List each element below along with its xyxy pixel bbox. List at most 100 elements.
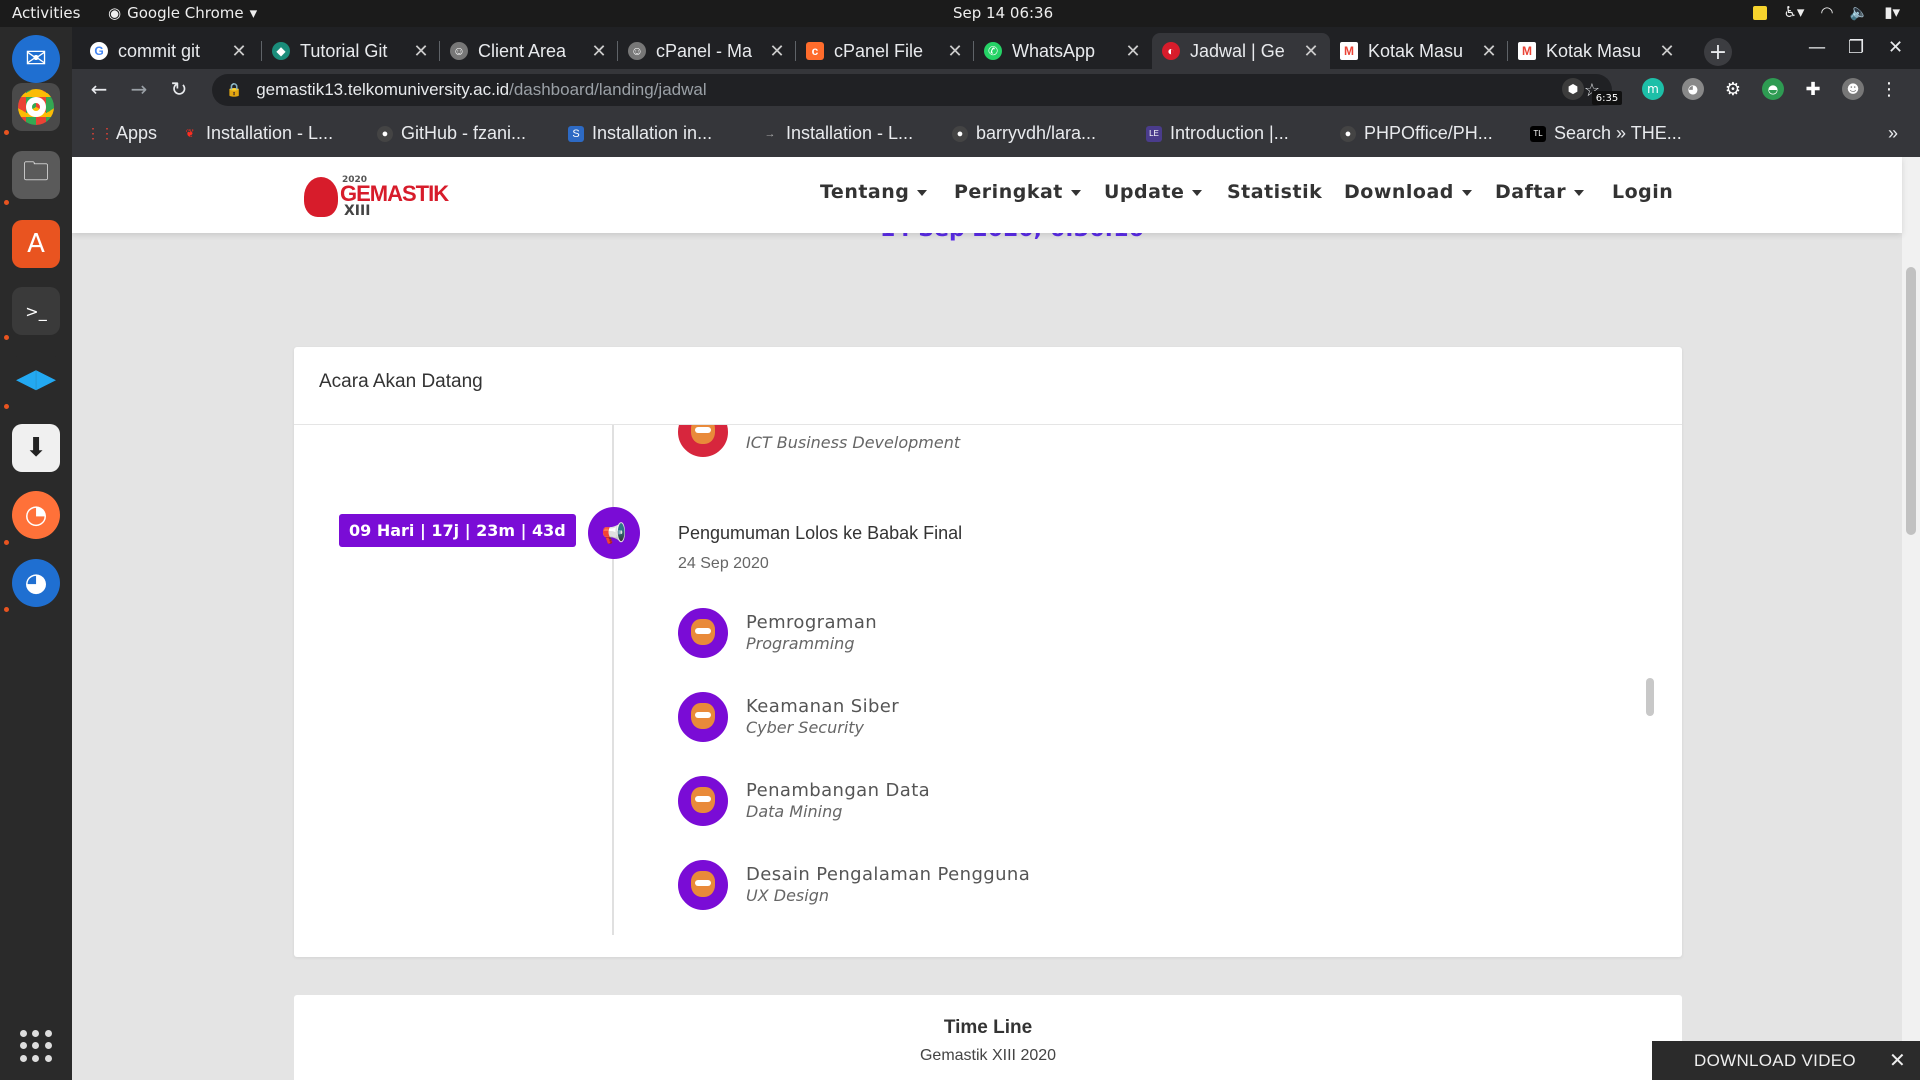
lock-icon[interactable]: 🔒 [226,82,242,98]
tab-0[interactable]: G commit git ✕ [80,33,258,69]
window-close-icon[interactable]: ✕ [1888,37,1903,58]
system-tray[interactable]: ♿▾ ◠ 🔈 ▮▾ [1753,3,1900,21]
bookmarks-overflow-icon[interactable]: » [1888,123,1898,144]
m-extension-icon[interactable]: m [1642,78,1664,100]
kebab-menu-icon[interactable]: ⋮ [1878,78,1900,100]
close-icon[interactable]: ✕ [1480,41,1498,62]
tab-2[interactable]: ☺ Client Area ✕ [440,33,618,69]
volume-icon[interactable]: 🔈 [1850,3,1869,21]
tab-5[interactable]: ✆ WhatsApp ✕ [974,33,1152,69]
profile-avatar-icon[interactable]: ☻ [1842,78,1864,100]
app-menu[interactable]: ◉ Google Chrome ▾ [108,4,257,22]
bookmark-label: Installation in... [592,123,713,143]
tab-6-active[interactable]: ◐ Jadwal | Ge ✕ [1152,33,1330,69]
wifi-icon[interactable]: ◠ [1820,3,1833,21]
bookmark-3[interactable]: S Installation in... [568,123,712,144]
close-icon[interactable]: ✕ [946,41,964,62]
bookmark-8[interactable]: TL Search » THE... [1530,123,1682,144]
menu-download[interactable]: Download [1344,181,1472,203]
download-video-bar[interactable]: DOWNLOAD VIDEO ✕ [1652,1041,1920,1080]
close-icon[interactable]: ✕ [1658,41,1676,62]
close-icon[interactable]: ✕ [230,41,248,62]
show-applications-icon[interactable] [20,1030,52,1062]
page-scrollbar-thumb[interactable] [1906,267,1916,535]
category-name: Pemrograman [746,612,878,633]
megaphone-icon: 📢 [588,507,640,559]
close-icon[interactable]: ✕ [1302,41,1320,62]
back-icon[interactable]: ← [86,77,112,101]
bookmark-2[interactable]: ● GitHub - fzani... [377,123,526,144]
category-avatar [678,425,728,457]
tab-3[interactable]: ☺ cPanel - Ma ✕ [618,33,796,69]
battery-icon[interactable]: ▮▾ [1884,3,1900,21]
tab-8[interactable]: M Kotak Masu ✕ [1508,33,1686,69]
minimize-icon[interactable]: — [1808,37,1826,58]
github-icon: ● [377,125,393,142]
timeline-scroll-area[interactable]: ICT Business Development 09 Hari | 17j |… [294,425,1682,957]
menu-daftar[interactable]: Daftar [1495,181,1585,203]
files-icon[interactable]: 🗀 [12,151,60,199]
close-icon[interactable]: ✕ [1124,41,1142,62]
laravel-icon: ❦ [185,128,195,140]
vscode-icon[interactable]: ◀▶ [12,355,60,403]
software-center-icon[interactable]: A [12,220,60,268]
menu-peringkat[interactable]: Peringkat [954,181,1081,203]
bookmarks-bar: ⋮⋮ Apps ❦ Installation - L... ● GitHub -… [72,111,1920,157]
le-icon: LE [1146,125,1162,142]
tab-7[interactable]: M Kotak Masu ✕ [1330,33,1508,69]
menu-update[interactable]: Update [1104,181,1203,203]
bookmark-6[interactable]: LE Introduction |... [1146,123,1289,144]
close-icon[interactable]: ✕ [768,41,786,62]
maximize-icon[interactable]: ❐ [1848,37,1864,58]
gear-extension-icon[interactable]: ⚙ [1722,78,1744,100]
menu-label: Update [1104,181,1185,203]
color-extension-icon[interactable]: ◓ [1762,78,1784,100]
logo-roman: XIII [344,203,371,219]
tab-4[interactable]: c cPanel File ✕ [796,33,974,69]
extension-box-icon[interactable]: ⬢ [1562,78,1584,100]
cat-extension-icon[interactable]: ◕ [1682,78,1704,100]
tab-1[interactable]: ◆ Tutorial Git ✕ [262,33,440,69]
thunderbird-icon[interactable]: ✉ [12,35,60,83]
gmail-icon: M [1340,42,1358,60]
close-icon[interactable]: ✕ [590,41,608,62]
firefox-icon[interactable]: ◔ [12,491,60,539]
page-scrollbar[interactable] [1902,157,1920,1080]
accessibility-icon[interactable]: ♿▾ [1783,3,1804,21]
tab-title: Jadwal | Ge [1190,40,1285,61]
reload-icon[interactable]: ↻ [166,77,192,101]
bookmark-1[interactable]: ❦ Installation - L... [182,123,333,144]
menu-tentang[interactable]: Tentang [820,181,928,203]
menu-login[interactable]: Login [1612,181,1673,203]
category-avatar [678,608,728,658]
forward-icon[interactable]: → [126,77,152,101]
system-clock[interactable]: Sep 14 06:36 [953,4,1053,22]
extension-badge[interactable]: 6:35 [1592,91,1622,105]
event-title: Pengumuman Lolos ke Babak Final [678,523,963,543]
bookmark-4[interactable]: → Installation - L... [762,123,914,144]
address-bar[interactable]: 🔒 gemastik13.telkomuniversity.ac.id/dash… [212,74,1612,106]
category-subtitle: Data Mining [746,802,843,821]
gemastik-logo[interactable]: 2020 GEMASTIK XIII [304,171,449,221]
page-viewport: 2020 GEMASTIK XIII Tentang Peringkat Upd… [72,157,1920,1080]
new-tab-button[interactable]: + [1704,38,1732,66]
bookmark-7[interactable]: ● PHPOffice/PH... [1340,123,1493,144]
menu-label: Login [1612,181,1674,203]
s-icon: S [568,125,584,142]
firefox-dev-icon[interactable]: ◕ [12,559,60,607]
countdown-badge: 09 Hari | 17j | 23m | 43d [339,514,576,547]
card-scrollbar-thumb[interactable] [1646,678,1654,716]
activities-button[interactable]: Activities [12,4,80,22]
close-icon[interactable]: ✕ [1889,1048,1906,1073]
chrome-icon[interactable] [12,83,60,131]
close-icon[interactable]: ✕ [412,41,430,62]
menu-label: Daftar [1495,181,1567,203]
bookmark-label: GitHub - fzani... [401,123,527,143]
notes-icon[interactable] [1753,6,1768,20]
bookmark-5[interactable]: ● barryvdh/lara... [952,123,1096,144]
terminal-icon[interactable]: >_ [12,287,60,335]
bookmark-apps[interactable]: ⋮⋮ Apps [86,123,157,144]
puzzle-icon[interactable]: ✚ [1802,78,1824,100]
menu-statistik[interactable]: Statistik [1227,181,1322,203]
download-manager-icon[interactable]: ⬇ [12,424,60,472]
